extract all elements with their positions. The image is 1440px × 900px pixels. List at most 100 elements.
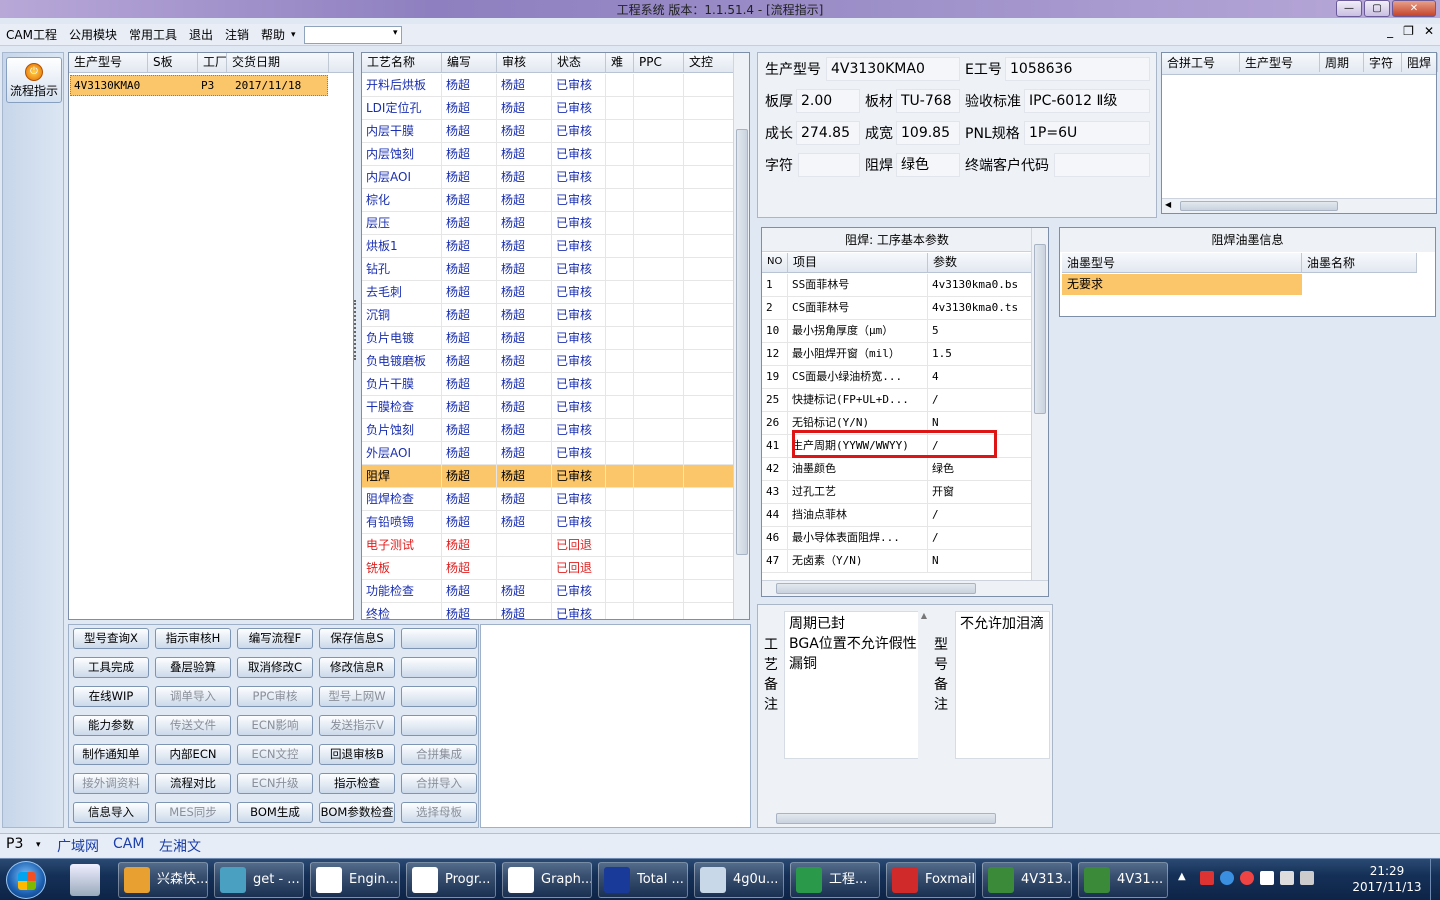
model-remark-text[interactable]: 不允许加泪滴 — [955, 611, 1050, 759]
action-button-2-4[interactable] — [401, 686, 477, 707]
tray-app-icon[interactable] — [1200, 871, 1214, 885]
action-button-1-4[interactable] — [401, 657, 477, 678]
table-row[interactable]: 19 CS面最小绿油桥宽... 4 — [762, 366, 1032, 389]
menu-combo[interactable] — [303, 25, 402, 44]
col-oil-name[interactable]: 油墨名称 — [1302, 253, 1417, 272]
table-row[interactable]: 阻焊检查 杨超 杨超 已审核 — [362, 488, 734, 511]
action-button-1-1[interactable]: 叠层验算 — [155, 657, 231, 678]
col-ppc[interactable]: PPC — [634, 53, 684, 72]
action-button-2-2[interactable]: PPC审核 — [237, 686, 313, 707]
table-row[interactable]: LDI定位孔 杨超 杨超 已审核 — [362, 97, 734, 120]
table-row[interactable]: 沉铜 杨超 杨超 已审核 — [362, 304, 734, 327]
action-button-5-0[interactable]: 接外调资料 — [73, 773, 149, 794]
params-scrollbar[interactable] — [1031, 228, 1048, 580]
action-button-0-1[interactable]: 指示审核H — [155, 628, 231, 649]
col-difficulty[interactable]: 难 — [606, 53, 634, 72]
col-merge-no[interactable]: 合拼工号 — [1162, 53, 1240, 72]
action-button-0-4[interactable] — [401, 628, 477, 649]
col-item[interactable]: 项目 — [788, 253, 928, 272]
remark-scrollbar[interactable]: ▲ — [918, 611, 930, 759]
status-combo[interactable]: P3 — [6, 836, 23, 852]
tray-expand-icon[interactable]: ▲ — [1178, 871, 1186, 882]
mdi-close-button[interactable]: ✕ — [1424, 24, 1434, 38]
taskbar-item-0[interactable]: 兴森快... — [118, 862, 208, 898]
close-button[interactable]: ✕ — [1392, 0, 1436, 17]
merge-hscrollbar[interactable]: ◀ — [1162, 198, 1436, 213]
mdi-restore-button[interactable]: ❐ — [1403, 24, 1414, 38]
table-row[interactable]: 功能检查 杨超 杨超 已审核 — [362, 580, 734, 603]
process-scrollbar[interactable] — [733, 53, 749, 619]
col-status[interactable]: 状态 — [552, 53, 606, 72]
clock[interactable]: 21:29 2017/11/13 — [1350, 863, 1424, 895]
scroll-thumb[interactable] — [736, 129, 748, 555]
taskbar-item-5[interactable]: Total ... — [598, 862, 688, 898]
action-button-6-3[interactable]: BOM参数检查 — [319, 802, 395, 823]
col-factory[interactable]: 工厂 — [198, 53, 227, 72]
menu-cam[interactable]: CAM工程 — [0, 26, 63, 43]
scroll-thumb[interactable] — [776, 813, 996, 824]
menu-help[interactable]: 帮助 — [255, 26, 291, 43]
table-row[interactable]: 46 最小导体表面阻焊... / — [762, 527, 1032, 550]
table-row[interactable]: 内层AOI 杨超 杨超 已审核 — [362, 166, 734, 189]
action-button-0-2[interactable]: 编写流程F — [237, 628, 313, 649]
action-button-6-1[interactable]: MES同步 — [155, 802, 231, 823]
action-button-2-0[interactable]: 在线WIP — [73, 686, 149, 707]
table-row[interactable]: 负片电镀 杨超 杨超 已审核 — [362, 327, 734, 350]
status-combo-arrow-icon[interactable]: ▾ — [36, 840, 41, 850]
menu-common[interactable]: 公用模块 — [63, 26, 123, 43]
table-row[interactable]: 开料后烘板 杨超 杨超 已审核 — [362, 74, 734, 97]
scroll-left-icon[interactable]: ◀ — [1165, 200, 1171, 209]
action-button-0-0[interactable]: 型号查询X — [73, 628, 149, 649]
table-row[interactable]: 棕化 杨超 杨超 已审核 — [362, 189, 734, 212]
action-button-6-4[interactable]: 选择母板 — [401, 802, 477, 823]
table-row[interactable]: 42 油墨颜色 绿色 — [762, 458, 1032, 481]
table-row[interactable]: 层压 杨超 杨超 已审核 — [362, 212, 734, 235]
action-button-3-0[interactable]: 能力参数 — [73, 715, 149, 736]
action-button-4-3[interactable]: 回退审核B — [319, 744, 395, 765]
tray-flag-icon[interactable] — [1260, 871, 1274, 885]
action-button-4-0[interactable]: 制作通知单 — [73, 744, 149, 765]
process-remark-text[interactable]: 周期已封 BGA位置不允许假性漏铜 — [784, 611, 930, 759]
table-row[interactable]: 负片干膜 杨超 杨超 已审核 — [362, 373, 734, 396]
mdi-minimize-button[interactable]: _ — [1387, 24, 1393, 38]
table-row[interactable]: 电子测试 杨超 已回退 — [362, 534, 734, 557]
table-row[interactable]: 有铅喷锡 杨超 杨超 已审核 — [362, 511, 734, 534]
taskbar-item-8[interactable]: Foxmail — [886, 862, 976, 898]
col-process-name[interactable]: 工艺名称 — [362, 53, 442, 72]
table-row[interactable]: 负片蚀刻 杨超 杨超 已审核 — [362, 419, 734, 442]
action-button-4-4[interactable]: 合拼集成 — [401, 744, 477, 765]
col-merge-mask[interactable]: 阻焊 — [1402, 53, 1438, 72]
action-button-6-2[interactable]: BOM生成 — [237, 802, 313, 823]
taskbar-item-3[interactable]: Progr... — [406, 862, 496, 898]
menu-overflow-icon[interactable]: ▾ — [291, 30, 296, 40]
action-button-2-1[interactable]: 调单导入 — [155, 686, 231, 707]
table-row[interactable]: 外层AOI 杨超 杨超 已审核 — [362, 442, 734, 465]
calculator-icon[interactable] — [70, 864, 100, 896]
table-row[interactable]: 1 SS面菲林号 4v3130kma0.bs — [762, 274, 1032, 297]
action-button-3-1[interactable]: 传送文件 — [155, 715, 231, 736]
taskbar-item-7[interactable]: 工程... — [790, 862, 880, 898]
col-author[interactable]: 编写 — [442, 53, 497, 72]
table-row[interactable]: 烘板1 杨超 杨超 已审核 — [362, 235, 734, 258]
action-button-2-3[interactable]: 型号上网W — [319, 686, 395, 707]
col-merge-model[interactable]: 生产型号 — [1240, 53, 1320, 72]
action-button-5-2[interactable]: ECN升级 — [237, 773, 313, 794]
action-button-1-3[interactable]: 修改信息R — [319, 657, 395, 678]
taskbar-item-10[interactable]: 4V31... — [1078, 862, 1168, 898]
params-hscrollbar[interactable] — [762, 580, 1048, 596]
tray-browser-icon[interactable] — [1220, 871, 1234, 885]
scroll-thumb[interactable] — [776, 583, 976, 594]
table-row[interactable]: 4V3130KMA0 P3 2017/11/18 — [70, 75, 328, 96]
table-row[interactable]: 内层干膜 杨超 杨超 已审核 — [362, 120, 734, 143]
action-button-3-3[interactable]: 发送指示V — [319, 715, 395, 736]
show-desktop-button[interactable] — [1430, 859, 1440, 900]
taskbar-item-4[interactable]: Graph... — [502, 862, 592, 898]
table-row[interactable]: 2 CS面菲林号 4v3130kma0.ts — [762, 297, 1032, 320]
table-row[interactable]: 43 过孔工艺 开窗 — [762, 481, 1032, 504]
action-button-3-2[interactable]: ECN影响 — [237, 715, 313, 736]
table-row[interactable]: 负电镀磨板 杨超 杨超 已审核 — [362, 350, 734, 373]
taskbar-item-1[interactable]: get - ... — [214, 862, 304, 898]
col-merge-char[interactable]: 字符 — [1364, 53, 1402, 72]
action-button-5-4[interactable]: 合拼导入 — [401, 773, 477, 794]
menu-logout[interactable]: 注销 — [219, 26, 255, 43]
